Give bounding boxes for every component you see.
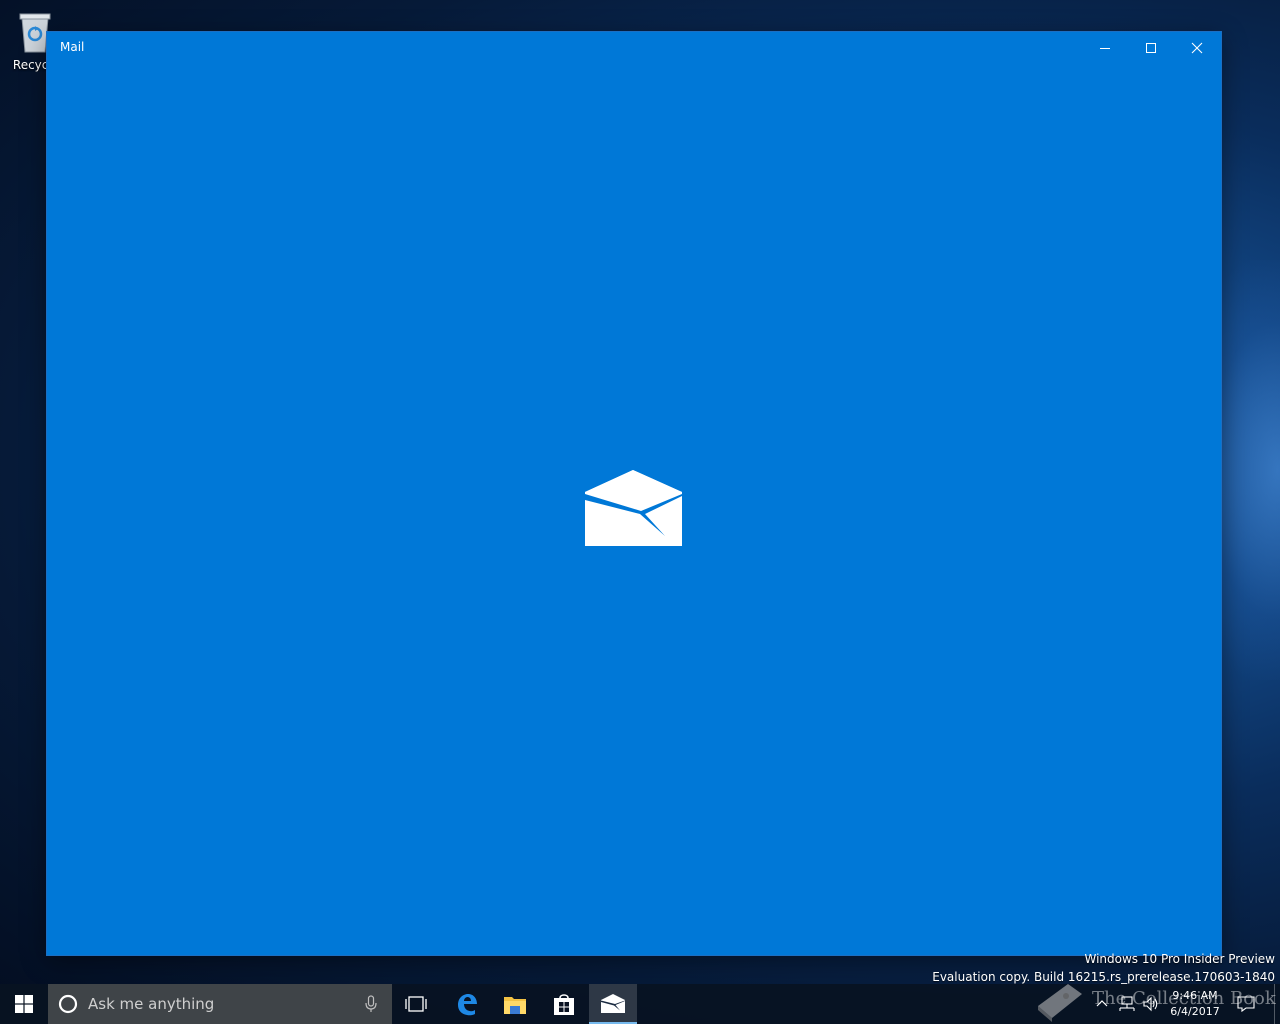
cortana-icon[interactable] [58, 994, 78, 1014]
show-desktop-button[interactable] [1274, 984, 1280, 1024]
start-button[interactable] [0, 984, 48, 1024]
store-button[interactable] [540, 984, 588, 1024]
task-view-icon [405, 996, 427, 1012]
desktop: Recycle Mail Windows 10 Pro Insider Prev… [0, 0, 1280, 1024]
mail-window: Mail [47, 32, 1221, 955]
action-center-icon[interactable] [1236, 995, 1256, 1013]
mail-envelope-icon [585, 470, 682, 546]
volume-icon[interactable] [1142, 995, 1160, 1013]
minimize-button[interactable] [1082, 32, 1128, 64]
minimize-icon [1100, 48, 1110, 49]
title-bar[interactable]: Mail [47, 32, 1221, 64]
task-view-button[interactable] [392, 984, 440, 1024]
close-icon [1191, 42, 1203, 54]
mail-icon [601, 994, 625, 1013]
mail-taskbar-button[interactable] [589, 984, 637, 1024]
file-explorer-icon [504, 997, 526, 1014]
clock-time: 9:46 AM [1172, 989, 1218, 1002]
taskbar: The Collection Book 9:46 AM 6/4/2017 [0, 984, 1280, 1024]
search-input[interactable] [88, 984, 358, 1024]
file-explorer-button[interactable] [491, 984, 539, 1024]
network-icon[interactable] [1118, 995, 1136, 1013]
windows-logo-icon [15, 995, 33, 1013]
book-logo-icon [1038, 984, 1082, 1022]
maximize-icon [1146, 43, 1156, 53]
store-icon [554, 994, 574, 1015]
microphone-icon[interactable] [364, 995, 378, 1013]
chevron-up-icon[interactable] [1094, 996, 1110, 1012]
window-title: Mail [60, 40, 85, 54]
edge-button[interactable] [443, 984, 491, 1024]
search-box[interactable] [48, 984, 392, 1024]
clock-date: 6/4/2017 [1170, 1005, 1220, 1018]
close-button[interactable] [1174, 32, 1220, 64]
watermark-edition: Windows 10 Pro Insider Preview [1084, 952, 1275, 966]
os-watermark: Windows 10 Pro Insider Preview Evaluatio… [932, 950, 1275, 986]
maximize-button[interactable] [1128, 32, 1174, 64]
system-tray: The Collection Book 9:46 AM 6/4/2017 [1030, 984, 1280, 1024]
taskbar-clock[interactable]: 9:46 AM 6/4/2017 [1166, 988, 1224, 1020]
edge-icon [458, 994, 477, 1016]
